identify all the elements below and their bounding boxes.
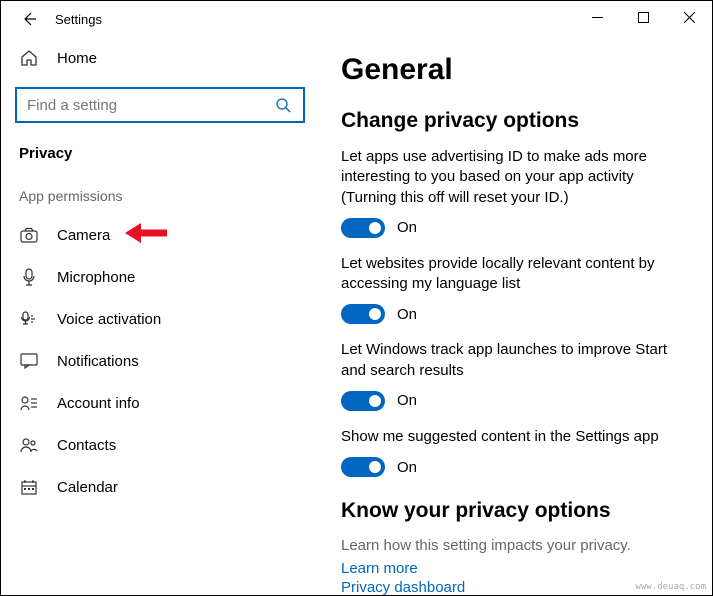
contacts-icon (19, 435, 39, 455)
nav-home[interactable]: Home (15, 37, 305, 79)
notifications-icon (19, 351, 39, 371)
toggle-state: On (397, 459, 417, 476)
sidebar-item-label: Account info (57, 395, 140, 412)
page-title: General (341, 53, 690, 87)
sidebar-item-camera[interactable]: Camera (15, 214, 305, 256)
close-button[interactable] (666, 1, 712, 33)
minimize-button[interactable] (574, 1, 620, 33)
maximize-button[interactable] (620, 1, 666, 33)
calendar-icon (19, 477, 39, 497)
watermark: www.deuaq.com (636, 582, 706, 592)
sidebar-category: Privacy (15, 137, 305, 180)
home-icon (19, 48, 39, 68)
toggle-tracking[interactable] (341, 391, 385, 411)
sidebar-item-contacts[interactable]: Contacts (15, 424, 305, 466)
toggle-desc-suggested: Show me suggested content in the Setting… (341, 427, 690, 447)
account-info-icon (19, 393, 39, 413)
know-heading: Know your privacy options (341, 499, 690, 523)
toggle-suggested[interactable] (341, 457, 385, 477)
toggle-language[interactable] (341, 304, 385, 324)
sidebar-item-microphone[interactable]: Microphone (15, 256, 305, 298)
search-icon (273, 95, 293, 115)
sidebar-item-label: Camera (57, 227, 110, 244)
sidebar-section-label: App permissions (15, 180, 305, 214)
sidebar-item-calendar[interactable]: Calendar (15, 466, 305, 508)
sidebar-item-label: Calendar (57, 479, 118, 496)
sidebar-item-account-info[interactable]: Account info (15, 382, 305, 424)
voice-activation-icon (19, 309, 39, 329)
microphone-icon (19, 267, 39, 287)
nav-home-label: Home (57, 50, 97, 67)
back-button[interactable] (15, 5, 43, 33)
highlight-arrow-icon (125, 221, 167, 249)
toggle-state: On (397, 219, 417, 236)
section-heading: Change privacy options (341, 109, 690, 133)
toggle-desc-advertising: Let apps use advertising ID to make ads … (341, 147, 690, 208)
know-subtext: Learn how this setting impacts your priv… (341, 537, 690, 554)
camera-icon (19, 225, 39, 245)
sidebar-item-label: Contacts (57, 437, 116, 454)
sidebar-item-label: Microphone (57, 269, 135, 286)
sidebar-item-voice-activation[interactable]: Voice activation (15, 298, 305, 340)
sidebar-item-label: Notifications (57, 353, 139, 370)
sidebar-item-label: Voice activation (57, 311, 161, 328)
learn-more-link[interactable]: Learn more (341, 560, 690, 577)
search-input[interactable] (27, 97, 265, 114)
search-input-container[interactable] (15, 87, 305, 123)
toggle-desc-tracking: Let Windows track app launches to improv… (341, 340, 690, 381)
toggle-state: On (397, 392, 417, 409)
sidebar-item-notifications[interactable]: Notifications (15, 340, 305, 382)
toggle-advertising[interactable] (341, 218, 385, 238)
window-title: Settings (55, 12, 102, 27)
toggle-desc-language: Let websites provide locally relevant co… (341, 254, 690, 295)
toggle-state: On (397, 306, 417, 323)
